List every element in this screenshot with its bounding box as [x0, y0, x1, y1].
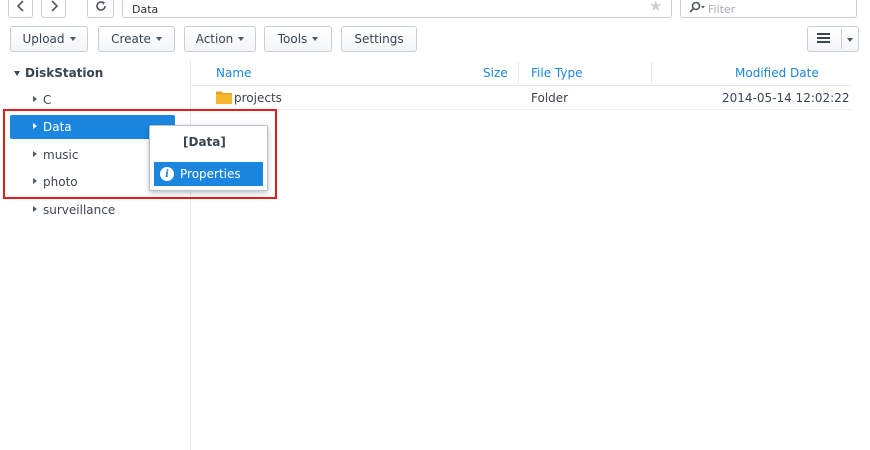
split-divider: [841, 29, 842, 49]
view-mode-button[interactable]: [807, 26, 859, 52]
path-field[interactable]: Data: [122, 0, 672, 18]
star-icon[interactable]: ★: [649, 0, 662, 15]
folder-icon: [216, 91, 232, 107]
column-header-name[interactable]: Name: [216, 66, 251, 80]
caret-down-icon: [312, 37, 319, 41]
column-header-type[interactable]: File Type: [531, 66, 582, 80]
upload-label: Upload: [22, 32, 65, 46]
caret-down-icon: [155, 37, 162, 41]
column-header-size[interactable]: Size: [483, 66, 508, 80]
back-button[interactable]: [8, 0, 33, 18]
path-text: Data: [132, 2, 159, 16]
navigation-bar: Data ★ Filter: [0, 0, 870, 20]
list-view-icon: [817, 32, 830, 46]
file-type: Folder: [531, 91, 569, 105]
action-button[interactable]: Action: [184, 26, 256, 52]
settings-button[interactable]: Settings: [341, 26, 417, 52]
tree-item-surveillance[interactable]: surveillance: [10, 198, 175, 222]
upload-button[interactable]: Upload: [10, 26, 88, 52]
chevron-left-icon: [16, 0, 26, 12]
settings-label: Settings: [354, 32, 404, 46]
refresh-button[interactable]: [87, 0, 114, 18]
file-modified-date: 2014-05-14 12:02:22: [722, 91, 850, 105]
tools-button[interactable]: Tools: [264, 26, 332, 52]
search-icon: [689, 1, 705, 17]
tree-item-label: surveillance: [43, 203, 116, 217]
column-divider: [518, 62, 519, 84]
expand-right-icon[interactable]: [33, 206, 37, 212]
create-label: Create: [111, 32, 151, 46]
expand-down-icon[interactable]: [14, 70, 20, 76]
refresh-icon: [95, 0, 107, 12]
tree-item-label: C: [43, 93, 52, 107]
highlight-box: [3, 109, 277, 199]
caret-down-icon: [69, 37, 76, 41]
table-row[interactable]: projects Folder 2014-05-14 12:02:22: [191, 86, 852, 110]
column-divider: [651, 62, 652, 84]
column-header-modified[interactable]: Modified Date: [735, 66, 819, 80]
filter-placeholder: Filter: [708, 2, 736, 16]
caret-down-icon: [238, 37, 245, 41]
tree-root-label: DiskStation: [25, 66, 104, 80]
filter-field[interactable]: Filter: [680, 0, 857, 18]
caret-down-icon[interactable]: [847, 38, 853, 42]
file-list-header: Name Size File Type Modified Date: [191, 60, 852, 86]
tools-label: Tools: [277, 32, 308, 46]
file-name: projects: [234, 91, 282, 105]
create-button[interactable]: Create: [98, 26, 175, 52]
tree-root-diskstation[interactable]: DiskStation: [14, 66, 103, 80]
chevron-right-icon: [49, 0, 59, 12]
toolbar: Upload Create Action Tools Settings: [0, 26, 870, 54]
expand-right-icon[interactable]: [33, 96, 37, 102]
action-label: Action: [195, 32, 234, 46]
file-list: Name Size File Type Modified Date projec…: [191, 60, 870, 450]
forward-button[interactable]: [41, 0, 66, 18]
